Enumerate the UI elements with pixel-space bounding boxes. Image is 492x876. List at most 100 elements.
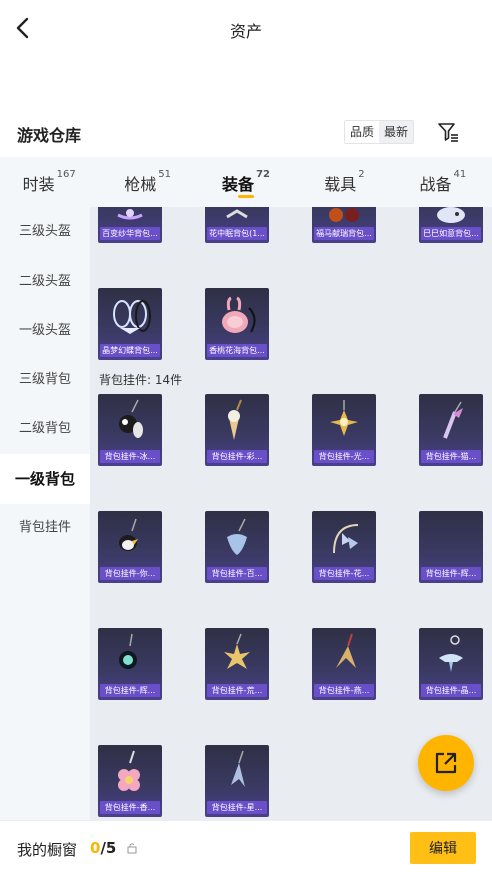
pendant-icon — [119, 633, 137, 669]
category-tabs: 时装167 枪械51 装备72 载具2 战备41 — [0, 157, 492, 207]
sidebar-item-backpack-1[interactable]: 一级背包 — [0, 454, 90, 504]
window-count: 0/5 — [90, 839, 116, 857]
item-label: 背包挂件-星... — [207, 801, 267, 814]
item-card[interactable]: 背包挂件-冰... — [98, 394, 162, 466]
tab-equipment[interactable]: 装备72 — [197, 157, 295, 207]
pendant-section-label: 背包挂件: 14件 — [99, 373, 183, 387]
item-label: 背包挂件-晶... — [421, 684, 481, 697]
tab-label: 枪械 — [124, 175, 157, 194]
external-link-icon — [435, 752, 457, 774]
tab-guns[interactable]: 枪械51 — [98, 157, 196, 207]
pendant-icon — [333, 524, 359, 554]
item-label: 花中眠背包(1... — [207, 227, 267, 240]
share-button[interactable] — [418, 735, 474, 791]
item-label: 背包挂件-百... — [207, 567, 267, 580]
window-count-current: 0 — [90, 839, 101, 857]
backpack-icon — [329, 208, 359, 222]
sidebar-item-helmet-2[interactable]: 二级头盔 — [0, 257, 90, 307]
sort-toggle: 品质 最新 — [344, 120, 415, 144]
item-card[interactable]: 背包挂件-香... — [98, 745, 162, 817]
tab-label: 载具 — [324, 175, 357, 194]
item-card[interactable]: 背包挂件-彩... — [205, 394, 269, 466]
item-label: 背包挂件-荒... — [207, 684, 267, 697]
backpack-icon — [437, 207, 465, 223]
edit-button[interactable]: 编辑 — [410, 832, 476, 864]
sidebar-item-backpack-3[interactable]: 三级背包 — [0, 355, 90, 405]
item-card[interactable]: 背包挂件-荒... — [205, 628, 269, 700]
pendant-icon — [330, 400, 358, 436]
backpack-icon — [117, 209, 143, 220]
item-label: 福马献瑞背包... — [314, 227, 374, 240]
item-card[interactable]: 背包挂件-猫... — [419, 394, 483, 466]
item-label: 巳巳如意背包... — [421, 227, 481, 240]
item-label: 背包挂件-光... — [314, 450, 374, 463]
warehouse-title: 游戏仓库 — [17, 126, 82, 145]
item-label: 背包挂件-燕... — [314, 684, 374, 697]
sidebar-item-backpack-2[interactable]: 二级背包 — [0, 404, 90, 454]
backpack-icon — [226, 209, 248, 219]
item-card[interactable]: 百变纱华背包... — [98, 207, 162, 243]
pendant-icon — [231, 750, 245, 787]
pendant-icon — [439, 635, 463, 672]
item-card[interactable]: 背包挂件-辉... — [419, 511, 483, 583]
item-card[interactable]: 背包挂件-花... — [312, 511, 376, 583]
pendant-icon — [228, 399, 242, 440]
lock-icon — [127, 843, 137, 854]
peach-backpack-icon — [222, 296, 256, 333]
item-label: 百变纱华背包... — [100, 227, 160, 240]
page-title: 资产 — [229, 22, 262, 41]
item-card[interactable]: 巳巳如意背包... — [419, 207, 483, 243]
item-label: 背包挂件-花... — [314, 567, 374, 580]
tab-fashion[interactable]: 时装167 — [0, 157, 98, 207]
pendant-icon — [227, 518, 247, 555]
item-label: 晶梦幻蝶背包... — [100, 344, 160, 357]
item-card[interactable]: 花中眠背包(1... — [205, 207, 269, 243]
item-card[interactable]: 背包挂件-你... — [98, 511, 162, 583]
sidebar-item-pendants[interactable]: 背包挂件 — [0, 503, 90, 553]
item-label: 背包挂件-辉... — [421, 567, 481, 580]
item-card[interactable]: 背包挂件-辉... — [98, 628, 162, 700]
item-grid: 百变纱华背包... 花中眠背包(1... 福马献瑞背包... 巳巳如意背包...… — [90, 207, 492, 820]
item-label: 背包挂件-彩... — [207, 450, 267, 463]
item-label: 背包挂件-猫... — [421, 450, 481, 463]
tab-count: 2 — [358, 169, 365, 180]
tab-count: 41 — [453, 169, 467, 180]
item-card[interactable]: 香桃花海背包... — [205, 288, 269, 360]
tab-count: 72 — [256, 169, 270, 180]
sort-latest-option[interactable]: 最新 — [379, 121, 414, 143]
tab-label: 战备 — [419, 175, 452, 194]
item-label: 背包挂件-冰... — [100, 450, 160, 463]
window-count-total: /5 — [100, 839, 117, 857]
tab-vehicles[interactable]: 载具2 — [295, 157, 393, 207]
sidebar: 三级头盔 二级头盔 一级头盔 三级背包 二级背包 一级背包 背包挂件 — [0, 207, 90, 820]
top-bar: 资产 — [0, 0, 492, 58]
item-card[interactable]: 背包挂件-燕... — [312, 628, 376, 700]
my-window-label: 我的橱窗 — [17, 841, 78, 859]
pendant-icon — [119, 518, 138, 551]
sidebar-item-helmet-3[interactable]: 三级头盔 — [0, 207, 90, 257]
filter-icon[interactable] — [436, 120, 460, 144]
pendant-icon — [224, 633, 250, 669]
tab-label: 时装 — [22, 175, 55, 194]
tab-count: 167 — [56, 169, 76, 180]
pendant-icon — [443, 401, 463, 439]
item-card[interactable]: 背包挂件-星... — [205, 745, 269, 817]
tab-label: 装备 — [222, 175, 255, 194]
item-card[interactable]: 福马献瑞背包... — [312, 207, 376, 243]
item-card[interactable]: 背包挂件-光... — [312, 394, 376, 466]
active-tab-indicator — [238, 195, 255, 198]
butterfly-backpack-icon — [113, 300, 151, 334]
pendant-icon — [419, 511, 483, 567]
item-label: 背包挂件-辉... — [100, 684, 160, 697]
bottom-bar: 我的橱窗 0/5 编辑 — [0, 820, 492, 876]
pendant-icon — [119, 399, 143, 438]
item-card[interactable]: 背包挂件-百... — [205, 511, 269, 583]
item-label: 背包挂件-香... — [100, 801, 160, 814]
item-card[interactable]: 晶梦幻蝶背包... — [98, 288, 162, 360]
tab-count: 51 — [158, 169, 171, 180]
item-card[interactable]: 背包挂件-晶... — [419, 628, 483, 700]
sort-quality-option[interactable]: 品质 — [345, 121, 380, 143]
tab-supplies[interactable]: 战备41 — [394, 157, 492, 207]
pendant-icon — [336, 633, 356, 668]
sidebar-item-helmet-1[interactable]: 一级头盔 — [0, 306, 90, 356]
